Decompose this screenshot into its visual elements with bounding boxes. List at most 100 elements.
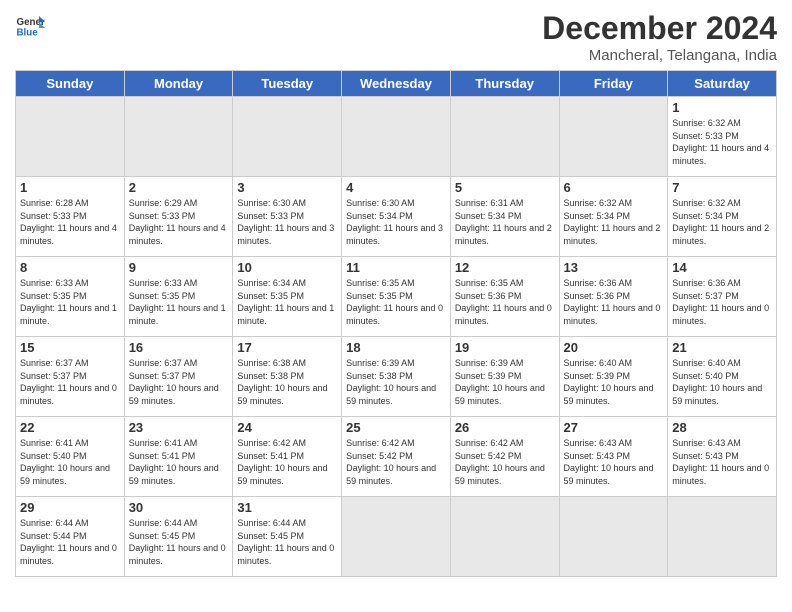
- day-number: 9: [129, 260, 229, 275]
- sunset: Sunset: 5:37 PM: [672, 291, 739, 301]
- day-info: Sunrise: 6:29 AM Sunset: 5:33 PM Dayligh…: [129, 197, 229, 247]
- day-number: 23: [129, 420, 229, 435]
- logo: General Blue: [15, 10, 45, 40]
- sunset: Sunset: 5:36 PM: [564, 291, 631, 301]
- col-thursday: Thursday: [450, 71, 559, 97]
- col-sunday: Sunday: [16, 71, 125, 97]
- sunrise: Sunrise: 6:44 AM: [237, 518, 306, 528]
- calendar-cell: 10 Sunrise: 6:34 AM Sunset: 5:35 PM Dayl…: [233, 257, 342, 337]
- col-wednesday: Wednesday: [342, 71, 451, 97]
- calendar-cell: [559, 497, 668, 577]
- day-info: Sunrise: 6:30 AM Sunset: 5:33 PM Dayligh…: [237, 197, 337, 247]
- calendar-week-5: 29 Sunrise: 6:44 AM Sunset: 5:44 PM Dayl…: [16, 497, 777, 577]
- daylight: Daylight: 11 hours and 0 minutes.: [129, 543, 226, 566]
- calendar-cell: 1 Sunrise: 6:32 AM Sunset: 5:33 PM Dayli…: [668, 97, 777, 177]
- month-title: December 2024: [542, 10, 777, 47]
- daylight: Daylight: 10 hours and 59 minutes.: [129, 383, 219, 406]
- daylight: Daylight: 11 hours and 2 minutes.: [455, 223, 552, 246]
- day-number: 25: [346, 420, 446, 435]
- calendar-cell: 4 Sunrise: 6:30 AM Sunset: 5:34 PM Dayli…: [342, 177, 451, 257]
- sunset: Sunset: 5:33 PM: [20, 211, 87, 221]
- calendar-cell: 27 Sunrise: 6:43 AM Sunset: 5:43 PM Dayl…: [559, 417, 668, 497]
- day-number: 4: [346, 180, 446, 195]
- daylight: Daylight: 10 hours and 59 minutes.: [20, 463, 110, 486]
- calendar-table: Sunday Monday Tuesday Wednesday Thursday…: [15, 70, 777, 577]
- day-info: Sunrise: 6:31 AM Sunset: 5:34 PM Dayligh…: [455, 197, 555, 247]
- day-number: 6: [564, 180, 664, 195]
- sunset: Sunset: 5:34 PM: [564, 211, 631, 221]
- day-number: 17: [237, 340, 337, 355]
- calendar-week-1: 1 Sunrise: 6:28 AM Sunset: 5:33 PM Dayli…: [16, 177, 777, 257]
- calendar-cell: 18 Sunrise: 6:39 AM Sunset: 5:38 PM Dayl…: [342, 337, 451, 417]
- calendar-cell: [559, 97, 668, 177]
- day-number: 21: [672, 340, 772, 355]
- daylight: Daylight: 11 hours and 0 minutes.: [672, 463, 769, 486]
- calendar-cell: [668, 497, 777, 577]
- daylight: Daylight: 11 hours and 0 minutes.: [20, 543, 117, 566]
- day-number: 12: [455, 260, 555, 275]
- sunset: Sunset: 5:43 PM: [672, 451, 739, 461]
- header: General Blue December 2024 Mancheral, Te…: [15, 10, 777, 64]
- calendar-cell: 28 Sunrise: 6:43 AM Sunset: 5:43 PM Dayl…: [668, 417, 777, 497]
- calendar-cell: 15 Sunrise: 6:37 AM Sunset: 5:37 PM Dayl…: [16, 337, 125, 417]
- sunrise: Sunrise: 6:44 AM: [20, 518, 89, 528]
- sunset: Sunset: 5:37 PM: [129, 371, 196, 381]
- daylight: Daylight: 10 hours and 59 minutes.: [455, 383, 545, 406]
- sunset: Sunset: 5:45 PM: [129, 531, 196, 541]
- calendar-cell: [233, 97, 342, 177]
- day-number: 7: [672, 180, 772, 195]
- sunset: Sunset: 5:35 PM: [346, 291, 413, 301]
- col-monday: Monday: [124, 71, 233, 97]
- day-info: Sunrise: 6:32 AM Sunset: 5:33 PM Dayligh…: [672, 117, 772, 167]
- calendar-cell: 3 Sunrise: 6:30 AM Sunset: 5:33 PM Dayli…: [233, 177, 342, 257]
- day-info: Sunrise: 6:44 AM Sunset: 5:45 PM Dayligh…: [237, 517, 337, 567]
- day-number: 18: [346, 340, 446, 355]
- calendar-cell: 20 Sunrise: 6:40 AM Sunset: 5:39 PM Dayl…: [559, 337, 668, 417]
- day-number: 10: [237, 260, 337, 275]
- day-info: Sunrise: 6:32 AM Sunset: 5:34 PM Dayligh…: [672, 197, 772, 247]
- daylight: Daylight: 10 hours and 59 minutes.: [129, 463, 219, 486]
- sunrise: Sunrise: 6:43 AM: [564, 438, 633, 448]
- sunrise: Sunrise: 6:37 AM: [20, 358, 89, 368]
- sunrise: Sunrise: 6:42 AM: [455, 438, 524, 448]
- calendar-cell: 14 Sunrise: 6:36 AM Sunset: 5:37 PM Dayl…: [668, 257, 777, 337]
- day-info: Sunrise: 6:43 AM Sunset: 5:43 PM Dayligh…: [672, 437, 772, 487]
- sunrise: Sunrise: 6:35 AM: [455, 278, 524, 288]
- sunset: Sunset: 5:38 PM: [237, 371, 304, 381]
- daylight: Daylight: 11 hours and 0 minutes.: [564, 303, 661, 326]
- day-number: 13: [564, 260, 664, 275]
- daylight: Daylight: 10 hours and 59 minutes.: [237, 383, 327, 406]
- sunrise: Sunrise: 6:35 AM: [346, 278, 415, 288]
- calendar-week-0: 1 Sunrise: 6:32 AM Sunset: 5:33 PM Dayli…: [16, 97, 777, 177]
- sunset: Sunset: 5:35 PM: [20, 291, 87, 301]
- day-number: 19: [455, 340, 555, 355]
- day-info: Sunrise: 6:35 AM Sunset: 5:35 PM Dayligh…: [346, 277, 446, 327]
- calendar-cell: 8 Sunrise: 6:33 AM Sunset: 5:35 PM Dayli…: [16, 257, 125, 337]
- calendar-week-2: 8 Sunrise: 6:33 AM Sunset: 5:35 PM Dayli…: [16, 257, 777, 337]
- day-info: Sunrise: 6:42 AM Sunset: 5:41 PM Dayligh…: [237, 437, 337, 487]
- calendar-cell: [450, 497, 559, 577]
- daylight: Daylight: 11 hours and 2 minutes.: [564, 223, 661, 246]
- daylight: Daylight: 11 hours and 0 minutes.: [672, 303, 769, 326]
- daylight: Daylight: 10 hours and 59 minutes.: [564, 383, 654, 406]
- daylight: Daylight: 11 hours and 1 minute.: [20, 303, 117, 326]
- sunrise: Sunrise: 6:32 AM: [564, 198, 633, 208]
- day-number: 16: [129, 340, 229, 355]
- logo-icon: General Blue: [15, 10, 45, 40]
- day-info: Sunrise: 6:37 AM Sunset: 5:37 PM Dayligh…: [20, 357, 120, 407]
- col-tuesday: Tuesday: [233, 71, 342, 97]
- calendar-week-4: 22 Sunrise: 6:41 AM Sunset: 5:40 PM Dayl…: [16, 417, 777, 497]
- sunrise: Sunrise: 6:33 AM: [20, 278, 89, 288]
- day-number: 28: [672, 420, 772, 435]
- day-number: 30: [129, 500, 229, 515]
- day-number: 1: [672, 100, 772, 115]
- sunset: Sunset: 5:33 PM: [129, 211, 196, 221]
- location-title: Mancheral, Telangana, India: [542, 47, 777, 64]
- sunrise: Sunrise: 6:36 AM: [672, 278, 741, 288]
- day-info: Sunrise: 6:30 AM Sunset: 5:34 PM Dayligh…: [346, 197, 446, 247]
- sunset: Sunset: 5:37 PM: [20, 371, 87, 381]
- daylight: Daylight: 10 hours and 59 minutes.: [346, 383, 436, 406]
- calendar-cell: 16 Sunrise: 6:37 AM Sunset: 5:37 PM Dayl…: [124, 337, 233, 417]
- calendar-cell: 30 Sunrise: 6:44 AM Sunset: 5:45 PM Dayl…: [124, 497, 233, 577]
- day-info: Sunrise: 6:35 AM Sunset: 5:36 PM Dayligh…: [455, 277, 555, 327]
